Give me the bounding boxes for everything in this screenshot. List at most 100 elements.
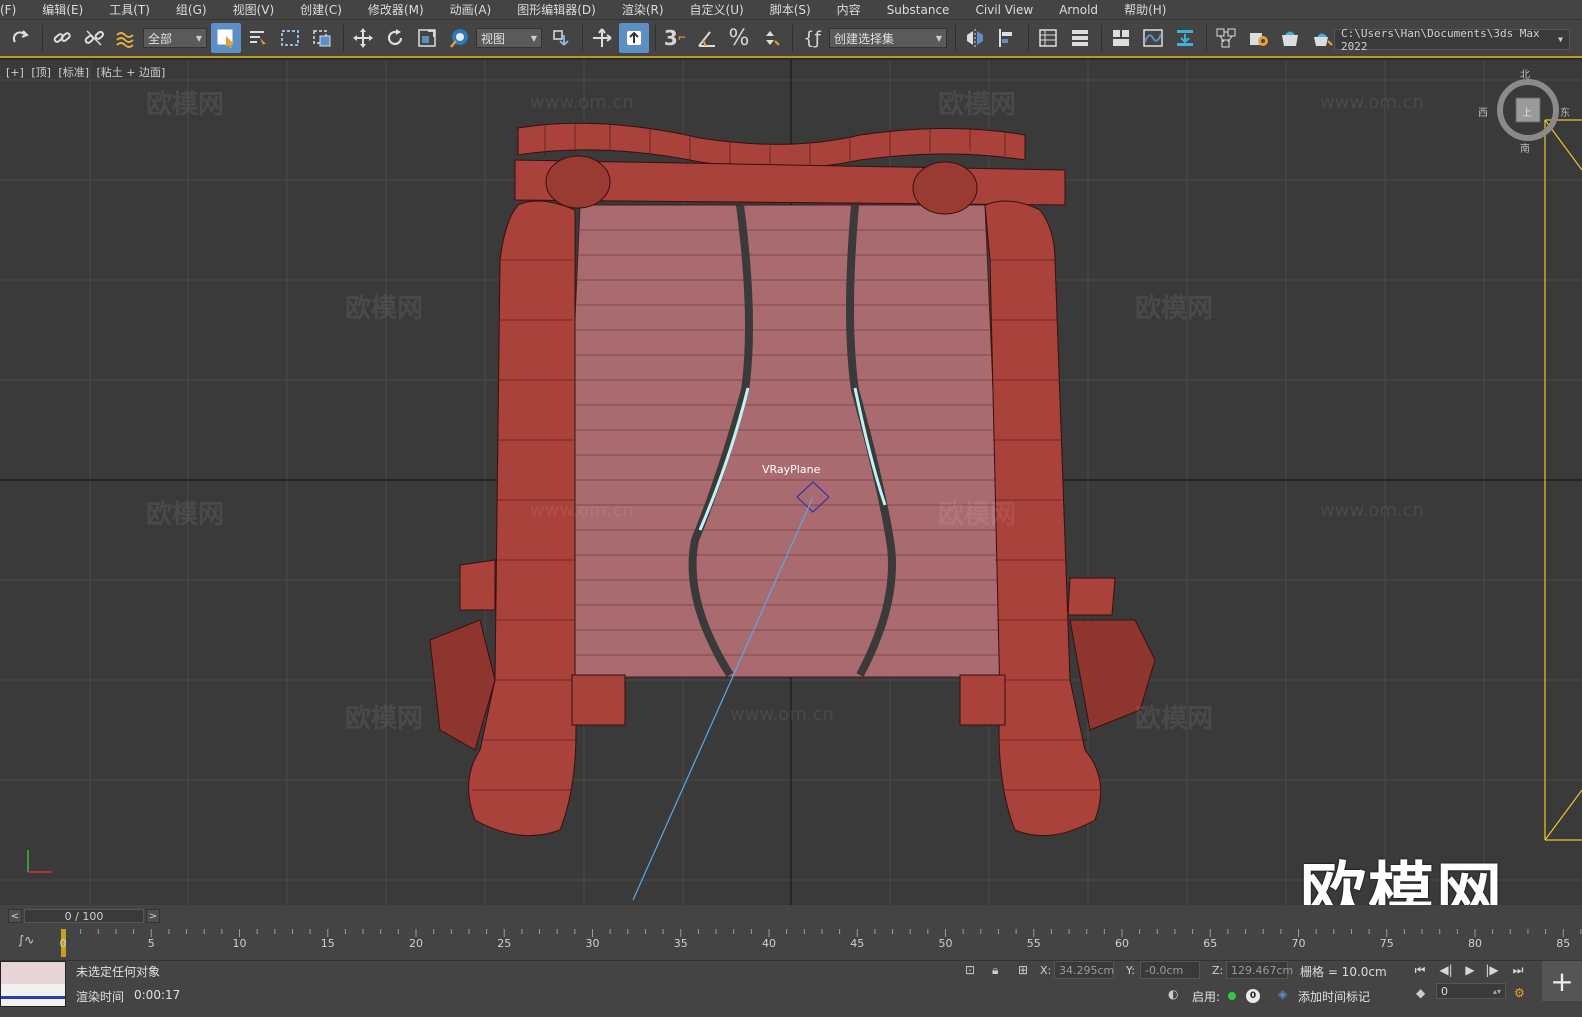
go-to-start-icon[interactable]: ⏮ [1410,961,1430,979]
spinner-snap-icon[interactable] [756,23,786,53]
menu-item[interactable]: 图形编辑器(D) [505,0,610,20]
viewport-menu-plus[interactable]: [+] [6,66,24,79]
track-tick-label: 45 [850,937,865,950]
menu-item[interactable]: 自定义(U) [678,0,758,20]
pivot-icon[interactable] [546,23,576,53]
menu-item[interactable]: 工具(T) [97,0,164,20]
track-bar[interactable]: ∫∿ 0 5 10 15 20 25 30 35 40 45 50 55 60 65 70 75 80 85 [0,927,1582,961]
viewport-label[interactable]: [+] [顶] [标准] [粘土 + 边面] [6,64,169,80]
z-coord-field[interactable]: 129.467cm [1226,961,1293,979]
schematic-view-icon[interactable] [1170,23,1200,53]
chevron-down-icon: ▼ [530,33,537,43]
chair-model[interactable] [429,122,1156,837]
rendered-frame-icon[interactable] [1275,23,1305,53]
lock-selection-icon[interactable]: 🔒︎ [992,963,998,978]
y-coord-field[interactable]: -0.0cm [1140,961,1200,979]
align-icon[interactable] [992,23,1022,53]
add-time-tag[interactable]: 添加时间标记 [1298,988,1370,1005]
project-path-dropdown[interactable]: C:\Users\Han\Documents\3ds Max 2022 ▼ [1334,27,1570,53]
current-frame-field[interactable]: 0 ▴▾ [1436,983,1506,999]
viewport-shading-standard[interactable]: [标准] [58,66,89,79]
menu-item[interactable]: (F) [0,0,30,20]
frame-spinner-icon[interactable]: ◆ [1416,986,1425,1000]
next-frame-icon[interactable]: |▶︎ [1482,961,1502,979]
rotate-icon[interactable] [380,23,410,53]
scene-explorer-icon[interactable] [1033,23,1063,53]
absolute-mode-icon[interactable]: ⊞ [1018,963,1028,977]
percent-snap-icon[interactable]: % [724,23,754,53]
menu-item[interactable]: 修改器(M) [356,0,438,20]
material-editor-icon[interactable] [1211,23,1241,53]
select-manipulate-icon[interactable] [587,23,617,53]
link-icon[interactable] [47,23,77,53]
watermark-text: 欧模网 [146,90,225,120]
edit-named-selection-icon[interactable]: {ƒ [797,23,827,53]
rect-region-icon[interactable] [275,23,305,53]
x-label: X: [1040,964,1052,977]
viewcube-west[interactable]: 西 [1478,104,1488,119]
placement-icon[interactable] [444,23,474,53]
viewcube-top-face[interactable]: 上 [1522,104,1532,119]
menu-item[interactable]: 帮助(H) [1112,0,1180,20]
menu-item[interactable]: Civil View [963,0,1047,20]
reference-coord-dropdown[interactable]: 视图 ▼ [476,28,542,48]
time-slider-thumb[interactable]: 0 / 100 [24,909,144,923]
render-production-icon[interactable] [1307,23,1337,53]
menu-item[interactable]: 内容 [825,0,875,20]
isolate-selection-icon[interactable]: ⊡ [965,963,975,977]
track-tick-label: 30 [585,937,600,950]
menu-item[interactable]: 脚本(S) [758,0,825,20]
menu-item[interactable]: 编辑(E) [30,0,97,20]
select-by-name-icon[interactable] [243,23,273,53]
window-crossing-icon[interactable] [307,23,337,53]
adaptive-degradation-icon[interactable]: ◐ [1168,987,1178,1001]
maxscript-mini-listener[interactable] [0,961,66,1007]
viewcube[interactable]: 北 南 西 东 上 [1478,70,1570,155]
menu-item[interactable]: 渲染(R) [610,0,678,20]
time-tag-icon[interactable]: ◈ [1278,987,1287,1001]
selection-filter-dropdown[interactable]: 全部 ▼ [143,28,207,48]
watermark-text: 欧模网 [345,704,424,734]
viewcube-north[interactable]: 北 [1520,66,1530,81]
menu-item[interactable]: Substance [875,0,964,20]
time-config-icon[interactable]: ⚙ [1514,986,1525,1000]
play-icon[interactable]: ▶ [1460,961,1480,979]
viewport-point-of-view[interactable]: [顶] [31,66,51,79]
render-setup-icon[interactable] [1243,23,1273,53]
toggle-ribbon-icon[interactable] [1106,23,1136,53]
top-viewport[interactable]: 欧模网 www.om.cn 欧模网 www.om.cn 欧模网 欧模网 欧模网 … [0,60,1582,905]
curve-editor-icon[interactable] [1138,23,1168,53]
unlink-icon[interactable] [79,23,109,53]
time-slider-prev[interactable]: < [8,909,22,923]
select-object-icon[interactable] [211,23,241,53]
curve-editor-mini-icon[interactable]: ∫∿ [18,933,34,947]
angle-snap-icon[interactable] [692,23,722,53]
viewcube-south[interactable]: 南 [1520,140,1530,155]
snaps-3d-icon[interactable]: 3 ⌐ [660,23,690,53]
layer-explorer-icon[interactable] [1065,23,1095,53]
time-slider[interactable]: < 0 / 100 > [0,905,1582,927]
track-area[interactable]: 0 5 10 15 20 25 30 35 40 45 50 55 60 65 70 75 80 85 [60,927,1582,961]
scale-icon[interactable] [412,23,442,53]
keyboard-shortcut-override-icon[interactable] [619,23,649,53]
redo-icon[interactable] [6,23,36,53]
viewport-display-mode[interactable]: [粘土 + 边面] [97,66,166,79]
mirror-icon[interactable] [960,23,990,53]
menu-item[interactable]: 创建(C) [288,0,356,20]
menu-item[interactable]: 视图(V) [221,0,289,20]
menu-item[interactable]: 动画(A) [438,0,506,20]
menu-bar: (F) 编辑(E) 工具(T) 组(G) 视图(V) 创建(C) 修改器(M) 动画(A) 图形… [0,0,1582,20]
x-coord-field[interactable]: 34.295cm [1054,961,1114,979]
menu-item[interactable]: Arnold [1047,0,1112,20]
bind-spacewarp-icon[interactable] [111,23,141,53]
menu-item[interactable]: 组(G) [164,0,221,20]
move-icon[interactable] [348,23,378,53]
time-slider-next[interactable]: > [146,909,160,923]
viewcube-east[interactable]: 东 [1560,104,1570,119]
track-tick-label: 20 [409,937,423,950]
go-to-end-icon[interactable]: ⏭ [1508,961,1528,979]
named-selection-set-dropdown[interactable]: 创建选择集 ▼ [829,28,947,48]
watermark-url: www.om.cn [1320,92,1424,113]
create-key-button[interactable]: + [1542,961,1582,1001]
previous-frame-icon[interactable]: ◀︎| [1436,961,1456,979]
